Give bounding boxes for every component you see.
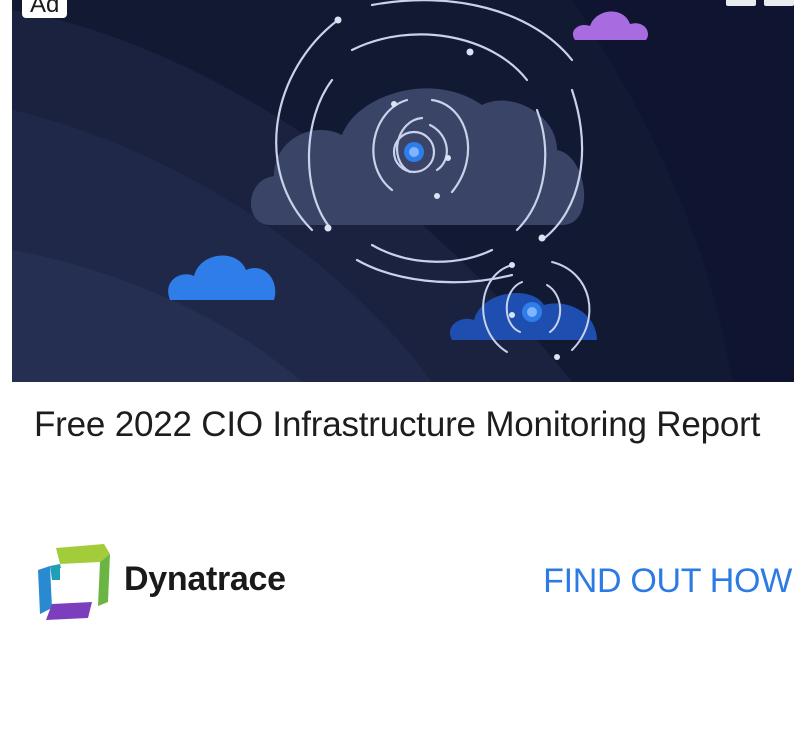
ad-choices-icon[interactable]: [726, 0, 756, 6]
close-ad-icon[interactable]: [764, 0, 794, 6]
ad-card[interactable]: Ad Free 2022 CIO Infrastructure Monitori…: [0, 0, 794, 735]
cloud-orbit-illustration: [12, 0, 794, 382]
ad-headline[interactable]: Free 2022 CIO Infrastructure Monitoring …: [34, 402, 774, 448]
dynatrace-logo-icon[interactable]: [34, 540, 112, 622]
advertiser-name[interactable]: Dynatrace: [124, 560, 286, 599]
hero-image[interactable]: [12, 0, 794, 382]
ad-badge: Ad: [22, 0, 68, 18]
ad-footer: Dynatrace FIND OUT HOW: [34, 540, 794, 624]
find-out-how-button[interactable]: FIND OUT HOW: [543, 562, 792, 601]
